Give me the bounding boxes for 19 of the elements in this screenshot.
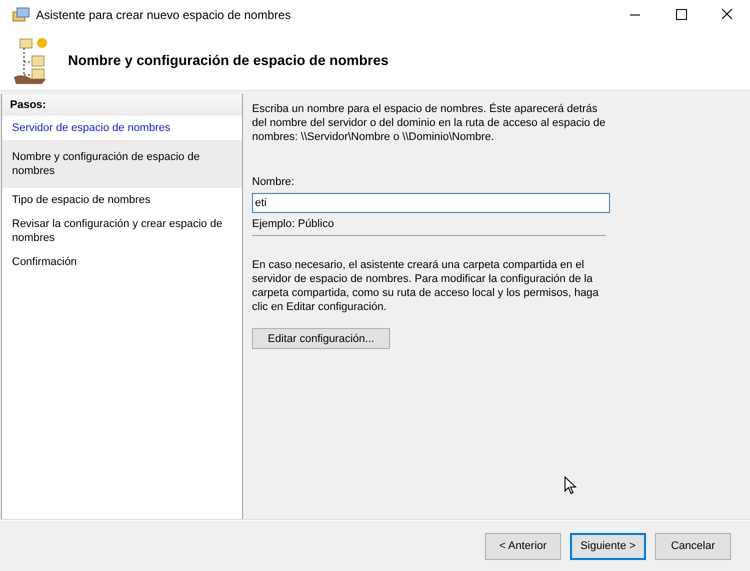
mouse-cursor-icon: [564, 476, 577, 495]
wizard-button[interactable]: < Anterior: [485, 532, 561, 560]
page-title: Nombre y configuración de espacio de nombres: [68, 52, 389, 68]
step-item[interactable]: Revisar la configuración y crear espacio de nombres: [2, 212, 242, 250]
window-title: Asistente para crear nuevo espacio de nombres: [36, 8, 292, 22]
edit-settings-button[interactable]: Editar configuración...: [252, 328, 390, 349]
step-item[interactable]: Tipo de espacio de nombres: [2, 188, 242, 212]
steps-heading: Pasos:: [2, 94, 242, 116]
name-label: Nombre:: [252, 176, 296, 188]
step-item[interactable]: Servidor de espacio de nombres: [2, 116, 242, 140]
app-icon: [12, 7, 30, 23]
step-item[interactable]: Nombre y configuración de espacio de nombres: [2, 140, 242, 188]
example-text: Ejemplo: Público: [252, 218, 606, 236]
intro-text: Escriba un nombre para el espacio de nombres. Éste aparecerá detrás del nombre del servidor o del dominio en la ruta de acceso al espacio de nombres: \\Servidor\Nombre o \\Dominio\Nombre.: [252, 102, 606, 144]
note-text: En caso necesario, el asistente creará una carpeta compartida en el servidor de espacio de nombres. Para modificar la configuración de la carpeta compartida, como su ruta de acceso local y los permisos, haga clic en Editar configuración.: [252, 258, 600, 314]
wizard-button[interactable]: Siguiente >: [570, 532, 646, 560]
step-item[interactable]: Confirmación: [2, 250, 242, 274]
name-field[interactable]: eti: [252, 193, 610, 213]
wizard-button[interactable]: Cancelar: [655, 532, 731, 560]
